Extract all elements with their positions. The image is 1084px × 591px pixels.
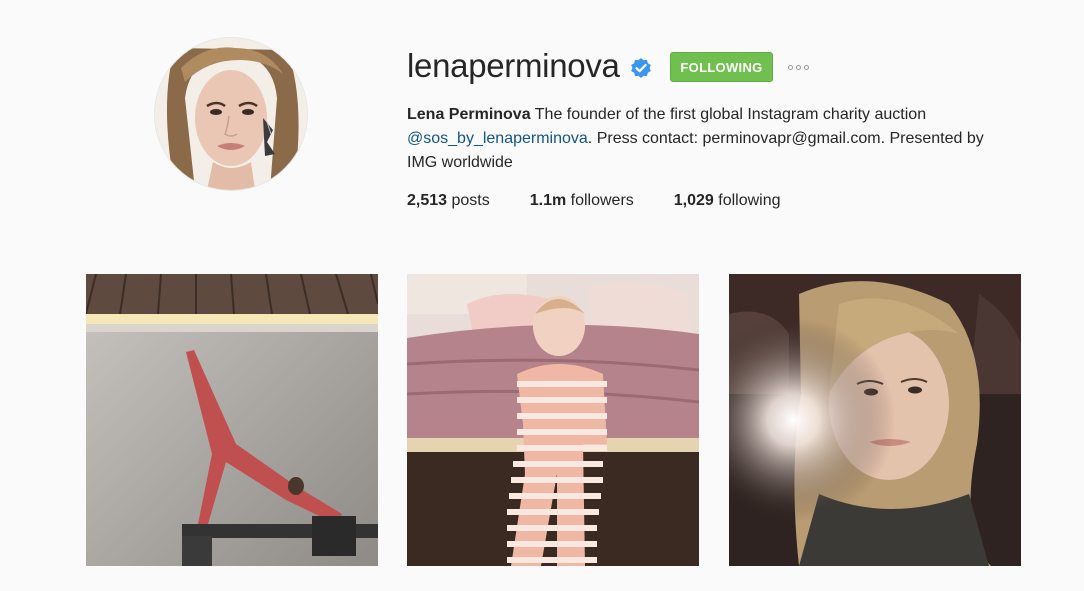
profile-bio: Lena Perminova The founder of the first …	[407, 103, 1017, 175]
more-options-button[interactable]	[788, 60, 809, 74]
photo-baby-striped-pajamas-icon	[407, 274, 699, 566]
profile-username: lenaperminova	[407, 47, 620, 84]
profile-stats: 2,513 posts 1.1m followers 1,029 followi…	[407, 189, 821, 213]
ellipsis-icon	[804, 64, 809, 70]
post-thumbnail[interactable]	[86, 274, 378, 566]
followers-label: followers	[566, 192, 634, 209]
followers-count: 1.1m	[529, 192, 567, 209]
followers-stat[interactable]: 1.1m followers	[530, 189, 634, 213]
photo-woman-stretching-icon	[86, 274, 378, 566]
post-thumbnail[interactable]	[729, 274, 1021, 566]
photo-woman-selfie-icon	[729, 274, 1021, 566]
posts-count: 2,513	[407, 192, 448, 209]
profile-avatar[interactable]	[155, 38, 307, 190]
profile-page: lenaperminova FOLLOWING Lena Perminova T…	[0, 0, 1084, 591]
following-stat[interactable]: 1,029 following	[674, 189, 781, 213]
ellipsis-icon	[796, 64, 801, 70]
profile-full-name: Lena Perminova	[407, 106, 531, 123]
posts-stat: 2,513 posts	[407, 189, 490, 213]
bio-text: The founder of the first global Instagra…	[530, 106, 927, 123]
following-button[interactable]: FOLLOWING	[670, 52, 773, 82]
following-label: following	[713, 192, 781, 209]
ellipsis-icon	[788, 64, 793, 70]
bio-mention-link[interactable]: @sos_by_lenaperminova	[407, 130, 588, 147]
following-count: 1,029	[673, 192, 714, 209]
posts-label: posts	[447, 192, 490, 209]
verified-badge-icon	[631, 58, 651, 78]
post-thumbnail[interactable]	[407, 274, 699, 566]
